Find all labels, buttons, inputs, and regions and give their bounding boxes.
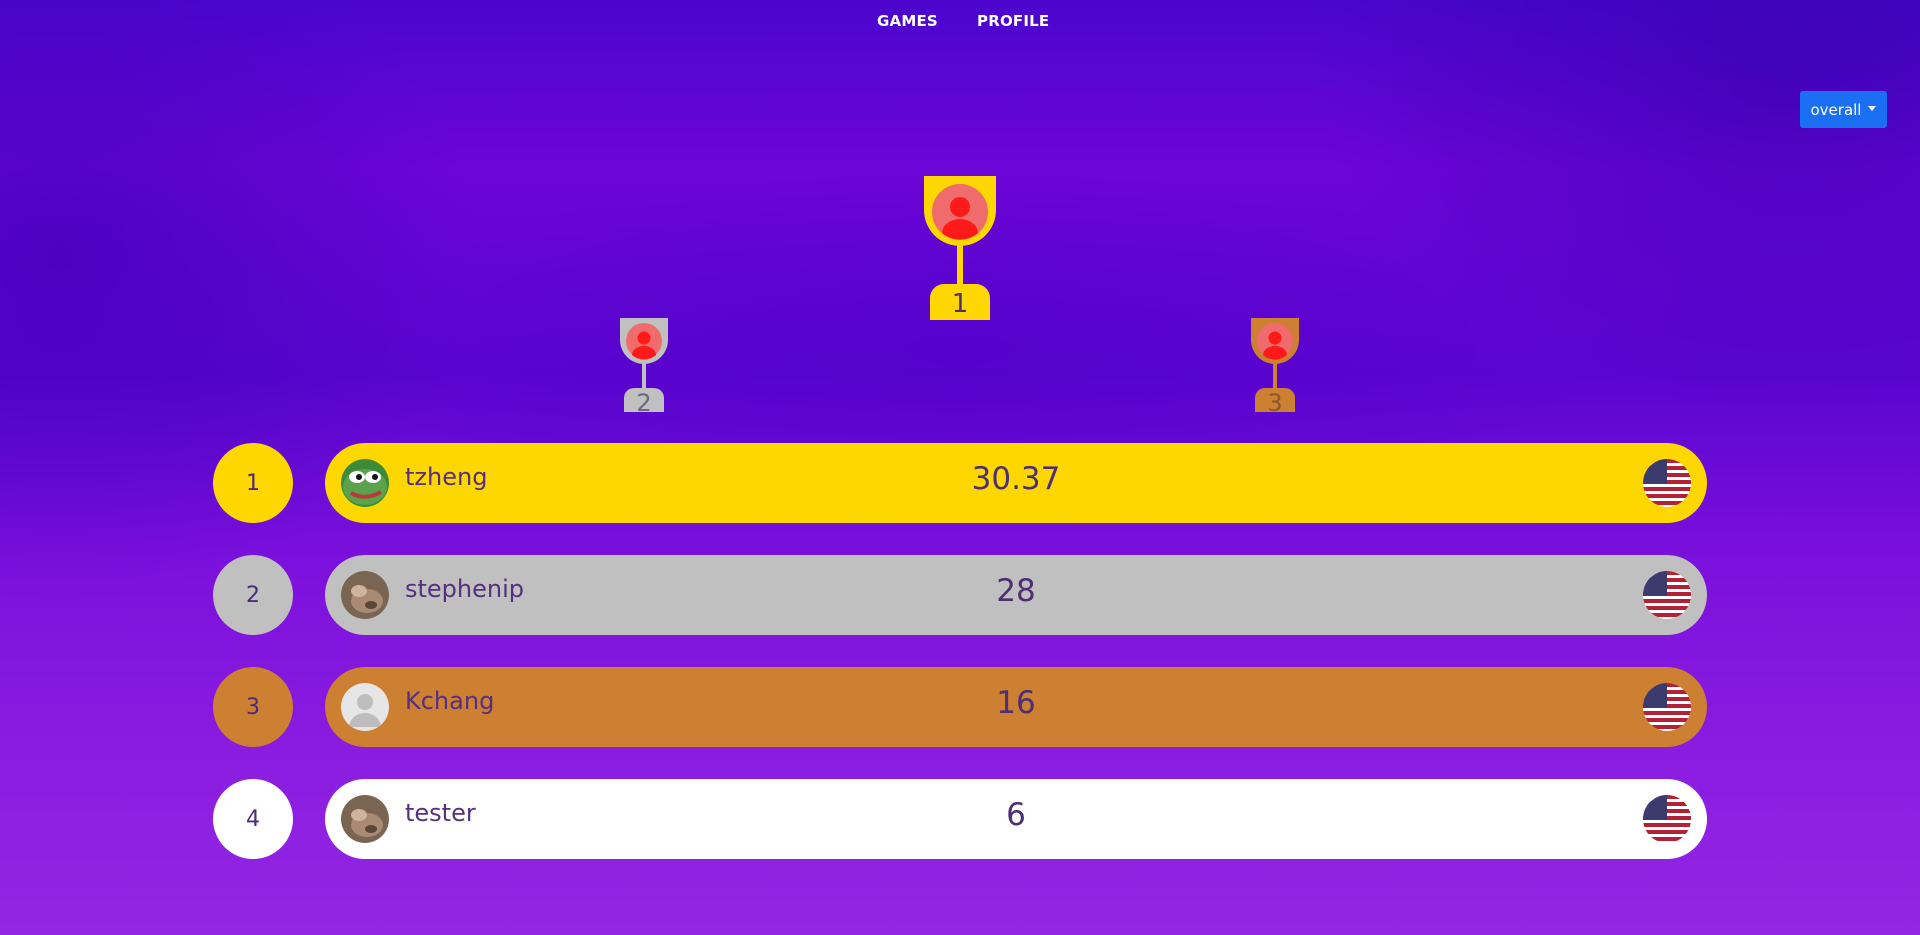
player-bar[interactable]: Kchang 16 <box>325 667 1707 747</box>
player-bar[interactable]: tester 6 <box>325 779 1707 859</box>
us-flag-icon <box>1643 459 1691 507</box>
rank-number: 4 <box>246 806 260 832</box>
us-flag-icon <box>1643 683 1691 731</box>
filter-selected-label: overall <box>1810 100 1862 119</box>
us-flag-icon <box>1643 795 1691 843</box>
second-place-trophy: 2 <box>620 318 668 412</box>
first-place-number: 1 <box>952 289 969 319</box>
rank-badge: 4 <box>213 779 293 859</box>
us-flag-icon <box>1643 571 1691 619</box>
player-bar[interactable]: tzheng 30.37 <box>325 443 1707 523</box>
rank-badge: 2 <box>213 555 293 635</box>
player-score: 16 <box>996 685 1036 721</box>
player-score: 28 <box>996 573 1036 609</box>
leaderboard-filter-dropdown[interactable]: overall <box>1800 91 1887 128</box>
rank-number: 1 <box>246 470 260 496</box>
third-place-number: 3 <box>1267 389 1282 412</box>
caret-down-icon <box>1868 106 1877 111</box>
nav-profile-link[interactable]: PROFILE <box>977 12 1049 30</box>
player-bar[interactable]: stephenip 28 <box>325 555 1707 635</box>
nav-games-link[interactable]: GAMES <box>877 12 938 30</box>
first-place-trophy: 1 <box>924 176 996 320</box>
rank-number: 2 <box>246 582 260 608</box>
second-place-number: 2 <box>636 389 651 412</box>
rank-badge: 1 <box>213 443 293 523</box>
rank-badge: 3 <box>213 667 293 747</box>
third-place-trophy: 3 <box>1251 318 1299 412</box>
rank-number: 3 <box>246 694 260 720</box>
player-score: 30.37 <box>971 461 1061 497</box>
player-score: 6 <box>1006 797 1026 833</box>
